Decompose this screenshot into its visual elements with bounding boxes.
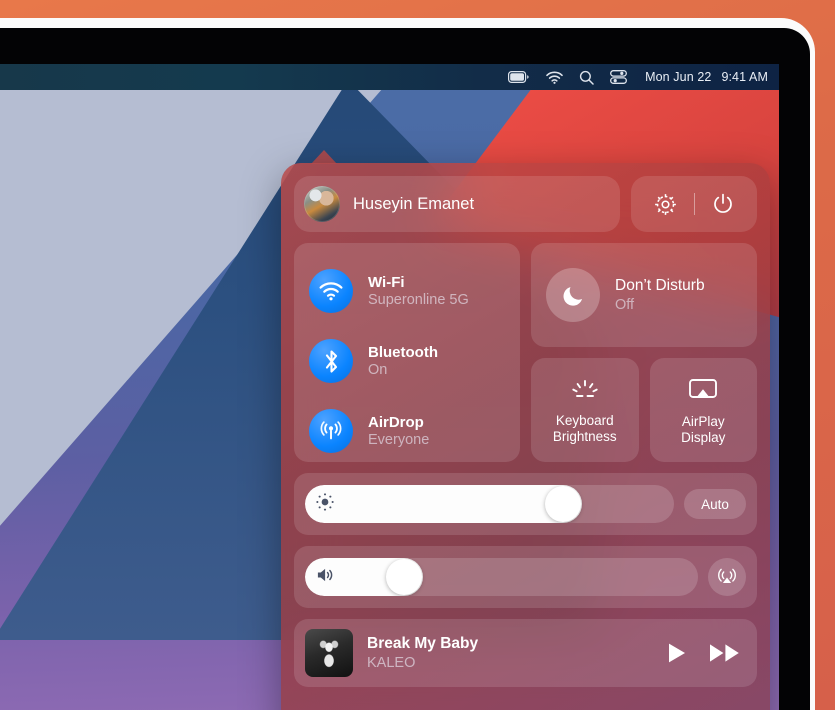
keyboard-brightness-label: Keyboard Brightness (553, 413, 617, 446)
airplay-display-icon (688, 378, 718, 407)
search-icon[interactable] (579, 70, 594, 85)
auto-label: Auto (701, 496, 729, 512)
airdrop-toggle[interactable]: AirDrop Everyone (294, 396, 520, 466)
avatar (304, 186, 340, 222)
power-icon[interactable] (698, 184, 748, 224)
wifi-status: Superonline 5G (368, 292, 469, 308)
keyboard-brightness-tile[interactable]: Keyboard Brightness (531, 358, 639, 462)
action-divider (693, 193, 695, 215)
control-center-icon[interactable] (610, 70, 628, 84)
laptop-screen: Mon Jun 22 9:41 AM Huseyin Emanet Wi-Fi … (0, 64, 779, 710)
speaker-icon (315, 566, 337, 589)
now-playing-title: Break My Baby (367, 635, 479, 652)
menu-bar: Mon Jun 22 9:41 AM (0, 64, 779, 90)
menu-bar-clock[interactable]: Mon Jun 22 9:41 AM (645, 70, 768, 84)
menu-bar-time: 9:41 AM (721, 70, 768, 84)
keyboard-brightness-line1: Keyboard (555, 412, 614, 428)
bluetooth-icon (309, 339, 353, 383)
do-not-disturb-toggle[interactable]: Don’t Disturb Off (531, 243, 757, 347)
control-center-pointer (311, 150, 337, 164)
display-brightness-slider[interactable] (305, 485, 674, 523)
now-playing-card: Break My Baby KALEO (294, 619, 757, 687)
wifi-toggle[interactable]: Wi-Fi Superonline 5G (294, 256, 520, 326)
user-account-button[interactable]: Huseyin Emanet (294, 176, 620, 232)
right-column: Don’t Disturb Off Keyboard Brightness Ai… (531, 243, 757, 462)
wifi-icon (309, 269, 353, 313)
airplay-display-line1: AirPlay (681, 413, 725, 429)
album-artwork (305, 629, 353, 677)
connectivity-card: Wi-Fi Superonline 5G Bluetooth On AirDro… (294, 243, 520, 462)
control-center-panel: Huseyin Emanet Wi-Fi Superonline 5G Blue… (281, 163, 770, 710)
moon-icon (546, 268, 600, 322)
menu-bar-date: Mon Jun 22 (645, 70, 712, 84)
now-playing-controls (667, 642, 741, 664)
bluetooth-status: On (368, 362, 388, 378)
keyboard-brightness-icon (569, 379, 601, 406)
battery-icon[interactable] (508, 71, 530, 83)
user-row: Huseyin Emanet (294, 176, 757, 232)
brightness-slider-knob[interactable] (544, 486, 581, 522)
volume-slider-knob[interactable] (385, 559, 422, 595)
airdrop-icon (309, 409, 353, 453)
volume-slider[interactable] (305, 558, 698, 596)
wifi-icon[interactable] (546, 71, 563, 84)
brightness-fill (305, 485, 582, 523)
brightness-auto-button[interactable]: Auto (684, 489, 746, 519)
now-playing-artist: KALEO (367, 655, 416, 671)
system-actions-group (631, 176, 757, 232)
gear-icon[interactable] (641, 184, 691, 224)
bluetooth-toggle[interactable]: Bluetooth On (294, 326, 520, 396)
airdrop-label: AirDrop (368, 414, 424, 431)
volume-row (294, 546, 757, 608)
tiles-row: Keyboard Brightness AirPlay Display (531, 358, 757, 462)
airdrop-status: Everyone (368, 432, 430, 448)
now-playing-text: Break My Baby KALEO (367, 635, 653, 671)
wifi-label: Wi-Fi (368, 274, 405, 291)
fast-forward-icon[interactable] (709, 642, 741, 664)
toggles-row: Wi-Fi Superonline 5G Bluetooth On AirDro… (294, 243, 757, 462)
user-name: Huseyin Emanet (353, 194, 475, 213)
display-brightness-row: Auto (294, 473, 757, 535)
brightness-icon (315, 492, 335, 517)
play-icon[interactable] (667, 642, 687, 664)
keyboard-brightness-line2: Brightness (552, 429, 617, 444)
airplay-display-label: AirPlay Display (681, 414, 725, 447)
do-not-disturb-status: Off (615, 297, 635, 313)
airplay-display-line2: Display (681, 430, 726, 445)
bluetooth-label: Bluetooth (368, 344, 438, 361)
do-not-disturb-label: Don’t Disturb (615, 277, 705, 294)
airplay-audio-icon[interactable] (708, 558, 746, 596)
airplay-display-tile[interactable]: AirPlay Display (649, 358, 757, 462)
